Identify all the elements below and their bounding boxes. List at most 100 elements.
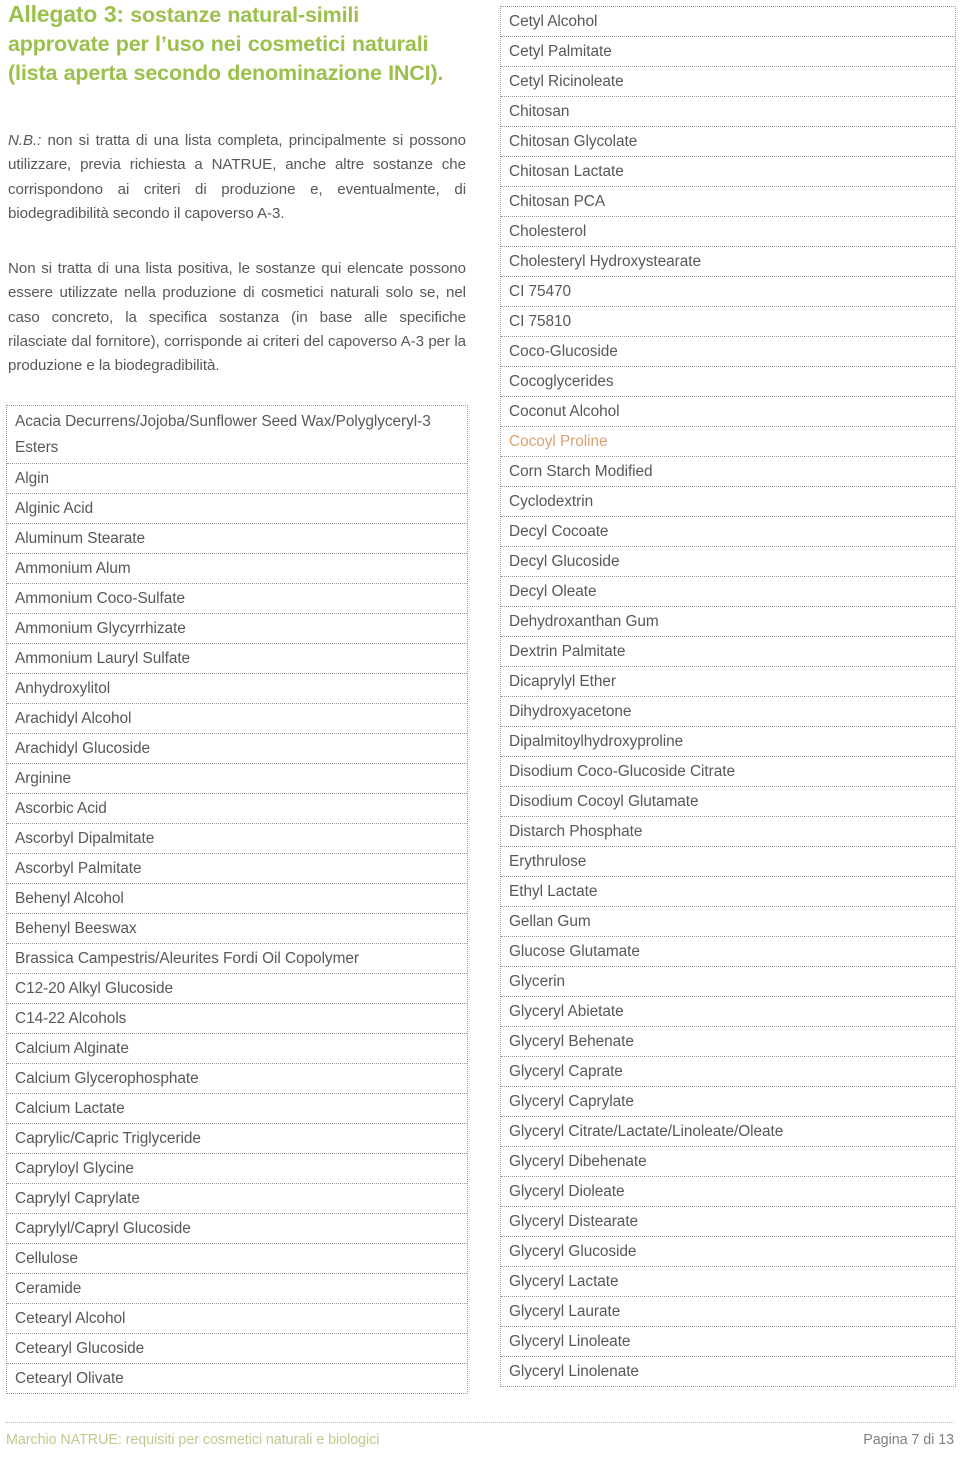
substance-row: Capryloyl Glycine (7, 1154, 467, 1184)
substance-row: Ceramide (7, 1274, 467, 1304)
substance-row: Glucose Glutamate (501, 937, 955, 967)
substance-row: Ethyl Lactate (501, 877, 955, 907)
substance-row: Glyceryl Caprylate (501, 1087, 955, 1117)
substance-row: Corn Starch Modified (501, 457, 955, 487)
substance-row: Arachidyl Glucoside (7, 734, 467, 764)
substance-name: Chitosan Lactate (509, 163, 624, 180)
substance-name: Arachidyl Glucoside (15, 739, 151, 757)
substance-row: Glyceryl Caprate (501, 1057, 955, 1087)
substance-row: Disodium Coco-Glucoside Citrate (501, 757, 955, 787)
substance-name: Alginic Acid (15, 499, 94, 517)
substance-name: Erythrulose (509, 853, 587, 870)
substance-name: Algin (15, 469, 49, 487)
substance-name: Distarch Phosphate (509, 823, 643, 840)
substance-row: Caprylyl/Capryl Glucoside (7, 1214, 467, 1244)
substance-name: Cetearyl Glucoside (15, 1339, 145, 1357)
substance-row: Glyceryl Glucoside (501, 1237, 955, 1267)
substance-name: Cetearyl Alcohol (15, 1309, 126, 1327)
substance-name: Ammonium Glycyrrhizate (15, 619, 186, 637)
substance-name: Calcium Glycerophosphate (15, 1069, 199, 1087)
substance-row: Dicaprylyl Ether (501, 667, 955, 697)
substance-row: Arginine (7, 764, 467, 794)
nb-text: non si tratta di una lista completa, pri… (8, 132, 466, 222)
substance-row: Behenyl Beeswax (7, 914, 467, 944)
substance-name: Decyl Cocoate (509, 523, 609, 540)
substance-row: CI 75810 (501, 307, 955, 337)
two-column-body: Allegato 3: sostanze natural-simili appr… (0, 0, 960, 1394)
substance-row: Glyceryl Linolenate (501, 1357, 955, 1386)
substance-row: Calcium Glycerophosphate (7, 1064, 467, 1094)
substance-name: Glyceryl Caprylate (509, 1093, 634, 1110)
substance-name: Brassica Campestris/Aleurites Fordi Oil … (15, 949, 359, 967)
substance-row: Glyceryl Laurate (501, 1297, 955, 1327)
substance-name: Ceramide (15, 1279, 82, 1297)
substance-name: Glyceryl Dibehenate (509, 1153, 647, 1170)
substance-name: C12-20 Alkyl Glucoside (15, 979, 174, 997)
substance-row: Ammonium Lauryl Sulfate (7, 644, 467, 674)
substance-row: Ascorbyl Palmitate (7, 854, 467, 884)
substance-row: Ascorbic Acid (7, 794, 467, 824)
substance-name: Cetyl Palmitate (509, 43, 612, 60)
substance-row: Glyceryl Linoleate (501, 1327, 955, 1357)
substance-row: Coco-Glucoside (501, 337, 955, 367)
substance-row: Cocoglycerides (501, 367, 955, 397)
substance-row: Erythrulose (501, 847, 955, 877)
substance-row: Chitosan Glycolate (501, 127, 955, 157)
substance-name: Ammonium Coco-Sulfate (15, 589, 186, 607)
substance-row: Cholesterol (501, 217, 955, 247)
page-title: Allegato 3: sostanze natural-simili appr… (6, 0, 468, 88)
substance-name: Dehydroxanthan Gum (509, 613, 659, 630)
footer-document-title: Marchio NATRUE: requisiti per cosmetici … (6, 1432, 380, 1448)
substance-row: Ammonium Coco-Sulfate (7, 584, 467, 614)
substance-name: Caprylyl/Capryl Glucoside (15, 1219, 191, 1237)
page-title-strong: Allegato 3: (8, 1, 124, 27)
substance-row: CI 75470 (501, 277, 955, 307)
substance-row: Dehydroxanthan Gum (501, 607, 955, 637)
substance-name: Glycerin (509, 973, 566, 990)
substance-name: Caprylic/Capric Triglyceride (15, 1129, 201, 1147)
substance-row: Cellulose (7, 1244, 467, 1274)
substance-row: C12-20 Alkyl Glucoside (7, 974, 467, 1004)
substance-row: Chitosan PCA (501, 187, 955, 217)
substance-name: Anhydroxylitol (15, 679, 111, 697)
substance-row: Dipalmitoylhydroxyproline (501, 727, 955, 757)
substance-name: Decyl Oleate (509, 583, 597, 600)
substance-row: Dextrin Palmitate (501, 637, 955, 667)
substance-row: Gellan Gum (501, 907, 955, 937)
substance-row: Caprylic/Capric Triglyceride (7, 1124, 467, 1154)
substance-row: Alginic Acid (7, 494, 467, 524)
substance-row: Glyceryl Lactate (501, 1267, 955, 1297)
substance-name: Ammonium Alum (15, 559, 131, 577)
substance-name: Arginine (15, 769, 72, 787)
substance-name: Glyceryl Linoleate (509, 1333, 631, 1350)
substance-row: Caprylyl Caprylate (7, 1184, 467, 1214)
left-column: Allegato 3: sostanze natural-simili appr… (6, 0, 468, 1394)
substance-name: C14-22 Alcohols (15, 1009, 127, 1027)
substance-name: Chitosan Glycolate (509, 133, 638, 150)
substances-table-right: Cetyl Alcohol Cetyl Palmitate Cetyl Ricino… (500, 6, 956, 1387)
substance-name: Dextrin Palmitate (509, 643, 626, 660)
substance-name: Ammonium Lauryl Sulfate (15, 649, 191, 667)
substance-name: Gellan Gum (509, 913, 591, 930)
substance-name: Chitosan PCA (509, 193, 606, 210)
substance-name: Aluminum Stearate (15, 529, 146, 547)
substance-name: Arachidyl Alcohol (15, 709, 132, 727)
substance-name: CI 75470 (509, 283, 572, 300)
substance-row: Decyl Cocoate (501, 517, 955, 547)
substance-name: Decyl Glucoside (509, 553, 620, 570)
substance-name: Chitosan (509, 103, 570, 120)
substance-row: Glyceryl Dibehenate (501, 1147, 955, 1177)
substance-name: Cholesteryl Hydroxystearate (509, 253, 701, 270)
substance-row: Glyceryl Distearate (501, 1207, 955, 1237)
substance-row: Dihydroxyacetone (501, 697, 955, 727)
substance-row: Decyl Oleate (501, 577, 955, 607)
substance-name: Behenyl Alcohol (15, 889, 124, 907)
substance-row: Chitosan (501, 97, 955, 127)
substance-name: Cellulose (15, 1249, 78, 1267)
substance-name: Coco-Glucoside (509, 343, 618, 360)
substance-name: Glyceryl Distearate (509, 1213, 639, 1230)
substance-name: Cetyl Ricinoleate (509, 73, 624, 90)
substance-row: Algin (7, 464, 467, 494)
right-column: Cetyl Alcohol Cetyl Palmitate Cetyl Ricino… (500, 6, 956, 1387)
substance-row: Calcium Alginate (7, 1034, 467, 1064)
